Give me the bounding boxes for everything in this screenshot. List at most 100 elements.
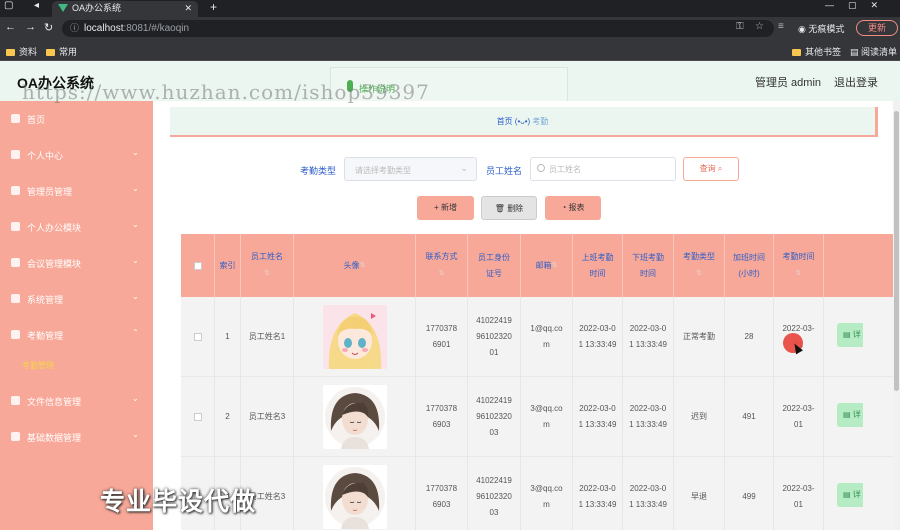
detail-button[interactable]: ▤ 详: [837, 483, 863, 507]
sort-icon: ⇅: [551, 261, 558, 269]
sidebar-item-system[interactable]: 系统管理 ⌄: [0, 281, 153, 317]
incognito-indicator[interactable]: ◉ 无痕模式: [798, 22, 844, 35]
sidebar-item-files[interactable]: 文件信息管理 ⌄: [0, 383, 153, 419]
sidebar-item-office[interactable]: 个人办公模块 ⌄: [0, 209, 153, 245]
report-button[interactable]: ◔ 报表: [545, 196, 601, 220]
table-header: 索引 员工姓名 ⇅ 头像 ⇅ 联系方式 ⇅ 员工身份证号 邮箱 ⇅ 上班考勤时间 下…: [181, 234, 900, 297]
folder-icon: [792, 49, 801, 56]
query-button[interactable]: 查询 ⌕: [683, 157, 739, 181]
bookmark-folder[interactable]: 常用: [46, 45, 77, 58]
sidebar-item-basic-data[interactable]: 基础数据管理 ⌄: [0, 419, 153, 455]
attendance-type-select[interactable]: 请选择考勤类型 ⌄: [344, 157, 477, 181]
col-date[interactable]: 考勤时间 ⇅: [774, 234, 824, 297]
file-icon: [11, 396, 20, 405]
address-bar-row: ← → ↻ ⓘ localhost:8081/#/kaoqin ⚿ ☆ ≡ ◉ …: [0, 17, 900, 40]
main-content: 首页 (•ᴗ•) 考勤 考勤类型 请选择考勤类型 ⌄ 员工姓名 查询 ⌕ + 新…: [153, 101, 900, 530]
col-name[interactable]: 员工姓名 ⇅: [241, 234, 294, 297]
bookmark-folder-other[interactable]: 其他书签: [792, 45, 841, 58]
url-host: localhost: [84, 23, 124, 34]
sidebar-item-meeting[interactable]: 会议管理模块 ⌄: [0, 245, 153, 281]
sort-icon: ⇅: [438, 270, 445, 277]
row-checkbox-cell: [181, 297, 215, 377]
document-icon: ▤: [843, 410, 853, 419]
forward-icon[interactable]: →: [25, 21, 36, 33]
portrait-avatar[interactable]: [322, 465, 387, 529]
url-field[interactable]: ⓘ localhost:8081/#/kaoqin: [62, 20, 774, 37]
col-email[interactable]: 邮箱 ⇅: [521, 234, 573, 297]
employee-name-input[interactable]: [549, 162, 671, 177]
reading-list[interactable]: ▤ 阅读清单: [850, 45, 897, 58]
breadcrumb: 首页 (•ᴗ•) 考勤: [170, 107, 878, 137]
detail-button[interactable]: ▤ 详: [837, 403, 863, 427]
folder-icon: [6, 49, 15, 56]
name-filter-label: 员工姓名: [486, 166, 523, 176]
slogan-watermark: 专业毕设代做: [100, 488, 257, 516]
new-tab-icon[interactable]: +: [210, 0, 217, 14]
window-controls[interactable]: —▢✕: [825, 0, 892, 11]
submenu-attendance-management[interactable]: 考勤管理: [0, 354, 153, 378]
chevron-down-icon: ⌄: [132, 184, 139, 193]
chevron-down-icon: ⌄: [132, 220, 139, 229]
sidebar-item-home[interactable]: 首页: [0, 101, 153, 137]
sidebar-item-personal-center[interactable]: 个人中心 ⌄: [0, 137, 153, 173]
browser-tab[interactable]: OA办公系统 ✕: [52, 1, 198, 17]
cell-phone: 17703786903: [416, 377, 468, 457]
reading-list-icon: ▤: [850, 47, 862, 57]
search-icon: [537, 164, 545, 172]
cell-name: 员工姓名3: [241, 377, 294, 457]
home-icon: [11, 114, 20, 123]
admin-icon: [11, 186, 20, 195]
chevron-down-icon: ⌄: [132, 256, 139, 265]
table-row[interactable]: 2 员工姓名3 17703786903 410224199610232003 3…: [181, 377, 900, 457]
row-checkbox[interactable]: [193, 333, 202, 341]
lock-icon: ⓘ: [70, 23, 80, 33]
row-checkbox[interactable]: [193, 413, 202, 421]
url-watermark: https://www.huzhan.com/ishop39397: [22, 80, 430, 104]
tab-title: OA办公系统: [72, 3, 122, 13]
table-row[interactable]: 3 员工姓名3 17703786903 410224199610232003 3…: [181, 457, 900, 530]
sidebar-item-attendance[interactable]: 考勤管理 ⌃: [0, 317, 153, 353]
cell-name: 员工姓名1: [241, 297, 294, 377]
page-scrollbar[interactable]: [893, 101, 900, 530]
portrait-avatar[interactable]: [322, 385, 387, 449]
employee-name-input-wrap: [530, 157, 676, 181]
update-button[interactable]: 更新: [856, 20, 898, 36]
cell-avatar: [294, 377, 416, 457]
chevron-down-icon: ⌄: [132, 394, 139, 403]
back-icon[interactable]: ←: [5, 21, 16, 33]
reading-list-icon[interactable]: ≡: [778, 21, 784, 32]
breadcrumb-home[interactable]: 首页: [497, 117, 513, 126]
bookmark-folder[interactable]: 资料: [6, 45, 37, 58]
search-icon: ⌕: [717, 164, 723, 173]
reload-icon[interactable]: ↻: [44, 21, 53, 34]
logout-link[interactable]: 退出登录: [834, 74, 878, 90]
key-icon[interactable]: ⚿: [736, 21, 744, 32]
cell-overtime: 499: [725, 457, 774, 530]
cell-checkout: 2022-03-01 13:33:49: [623, 457, 674, 530]
detail-button[interactable]: ▤ 详: [837, 323, 863, 347]
col-checkout[interactable]: 下班考勤时间: [623, 234, 674, 297]
sidebar-item-admin[interactable]: 管理员管理 ⌄: [0, 173, 153, 209]
tab-search-icon[interactable]: ◂: [34, 0, 39, 11]
col-overtime[interactable]: 加班时间(小时): [725, 234, 774, 297]
col-idcard[interactable]: 员工身份证号: [468, 234, 521, 297]
add-button[interactable]: + 新增: [417, 196, 474, 220]
col-avatar[interactable]: 头像 ⇅: [294, 234, 416, 297]
incognito-icon: ◉: [798, 24, 809, 34]
select-all-checkbox[interactable]: [193, 261, 202, 270]
app-root: OA办公系统 操作说明 管理员 admin 退出登录 首页 个人中心 ⌄ 管理员…: [0, 61, 900, 530]
window-menu-icon[interactable]: ▢: [4, 0, 13, 11]
cell-type: 正常考勤: [674, 297, 725, 377]
cell-date: 2022-03-01: [774, 377, 824, 457]
col-type[interactable]: 考勤类型 ⇅: [674, 234, 725, 297]
col-phone[interactable]: 联系方式 ⇅: [416, 234, 468, 297]
chevron-down-icon: ⌄: [132, 430, 139, 439]
anime-avatar[interactable]: [322, 305, 387, 369]
star-icon[interactable]: ☆: [755, 21, 764, 32]
scrollbar-thumb[interactable]: [894, 111, 899, 391]
col-checkin[interactable]: 上班考勤时间: [573, 234, 623, 297]
col-index[interactable]: 索引: [215, 234, 241, 297]
delete-button[interactable]: 🗑 删除: [481, 196, 537, 220]
user-icon: [11, 150, 20, 159]
tab-close-icon[interactable]: ✕: [184, 1, 192, 16]
